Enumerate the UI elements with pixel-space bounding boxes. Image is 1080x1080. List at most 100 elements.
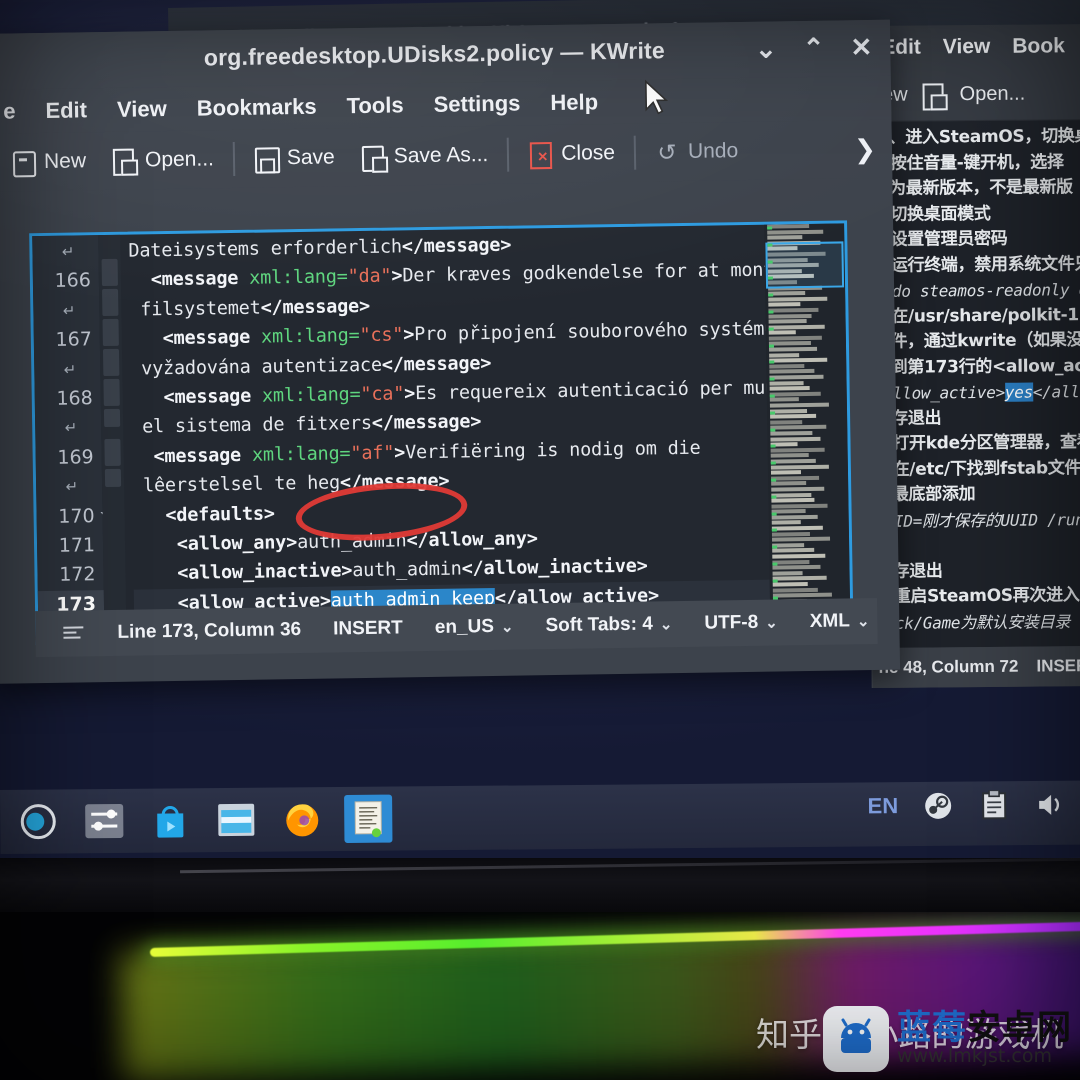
save-button-label: Save bbox=[286, 145, 335, 170]
line-number: 169 bbox=[57, 445, 94, 469]
fold-region-bar[interactable] bbox=[101, 258, 118, 287]
minimap-highlight-marker bbox=[770, 428, 776, 432]
highlight-mode-selector[interactable]: XML ⌄ bbox=[794, 610, 886, 633]
menu-view[interactable]: View bbox=[117, 96, 167, 123]
bg-code-line: 2.切换桌面模式 bbox=[872, 203, 991, 225]
minimap-line bbox=[771, 531, 811, 537]
minimap-line bbox=[772, 576, 828, 581]
open-button[interactable]: Open... bbox=[99, 146, 227, 174]
save-button[interactable]: Save bbox=[241, 144, 348, 172]
code-token: xml:lang= bbox=[251, 442, 351, 466]
line-number: 167 bbox=[55, 328, 92, 351]
kwrite-icon[interactable] bbox=[344, 794, 393, 843]
minimap-line bbox=[771, 520, 801, 526]
maximize-icon[interactable]: ⌃ bbox=[802, 33, 824, 63]
cursor-position: Line 173, Column 36 bbox=[117, 618, 302, 643]
bg-tb-open[interactable]: Open... bbox=[960, 83, 1026, 107]
fold-region-bar[interactable] bbox=[103, 408, 121, 428]
code-token: </message> bbox=[339, 470, 450, 494]
minimap-line bbox=[770, 453, 810, 458]
kwrite-window[interactable]: org.freedesktop.UDisks2.policy — KWrite … bbox=[0, 19, 901, 684]
line-number: 171 bbox=[58, 534, 96, 557]
minimap-highlight-marker bbox=[768, 327, 774, 331]
minimap-line bbox=[770, 419, 803, 425]
clipboard-icon[interactable] bbox=[978, 789, 1010, 821]
encoding-label: UTF-8 bbox=[704, 611, 759, 634]
minimap-line bbox=[769, 352, 800, 358]
background-toolbar[interactable]: lew Open... bbox=[867, 67, 1080, 122]
code-token: Dateisystems erforderlich bbox=[128, 236, 403, 262]
steam-icon[interactable] bbox=[922, 790, 954, 822]
dictionary-selector[interactable]: en_US ⌄ bbox=[419, 615, 530, 639]
chevron-down-icon: ⌄ bbox=[500, 618, 514, 636]
dictionary-label: en_US bbox=[434, 615, 495, 638]
discover-store-icon[interactable] bbox=[146, 796, 194, 844]
menu-file[interactable]: e bbox=[3, 98, 16, 124]
background-editor[interactable]: 五、进入SteamOS，切换桌 1.按住音量-键开机，选择 否为最新版本，不是最… bbox=[867, 119, 1080, 648]
code-token: <message bbox=[129, 326, 262, 350]
minimize-icon[interactable]: ⌄ bbox=[755, 33, 777, 63]
tab-settings-selector[interactable]: Soft Tabs: 4 ⌄ bbox=[529, 613, 688, 637]
close-button[interactable]: Close bbox=[515, 140, 628, 168]
file-manager-icon[interactable] bbox=[212, 796, 260, 844]
minimap-line bbox=[770, 430, 812, 436]
code-token: xml:lang= bbox=[249, 266, 348, 290]
minimap-line bbox=[772, 548, 814, 554]
new-button[interactable]: New bbox=[0, 148, 99, 176]
menu-settings[interactable]: Settings bbox=[433, 90, 520, 117]
window-controls[interactable]: ⌄ ⌃ ✕ bbox=[755, 32, 873, 64]
menu-help[interactable]: Help bbox=[550, 89, 598, 116]
code-token: lêerstelsel te heg bbox=[131, 472, 341, 497]
minimap-highlight-marker bbox=[771, 512, 777, 516]
minimap-line bbox=[768, 302, 801, 307]
minimap-line bbox=[769, 386, 810, 391]
minimap-line bbox=[770, 425, 827, 430]
fold-region-bar[interactable] bbox=[102, 288, 119, 317]
minimap-line bbox=[769, 346, 818, 352]
kde-application-launcher-icon[interactable] bbox=[14, 797, 62, 845]
firefox-icon[interactable] bbox=[278, 795, 326, 843]
system-settings-icon[interactable] bbox=[80, 797, 128, 845]
undo-button[interactable]: ↺ Undo bbox=[642, 138, 752, 166]
bg-menu-bookmarks[interactable]: Book bbox=[1012, 34, 1065, 58]
keyboard-layout-indicator[interactable]: EN bbox=[868, 793, 899, 819]
minimap-line bbox=[771, 475, 820, 481]
fold-region-bar[interactable] bbox=[102, 318, 119, 347]
code-token: </message> bbox=[401, 234, 512, 258]
fold-region-bar[interactable] bbox=[102, 348, 120, 377]
menu-bookmarks[interactable]: Bookmarks bbox=[197, 94, 317, 122]
bg-code-line: 否为最新版本，不是最新版 bbox=[872, 177, 1073, 199]
minimap-line bbox=[768, 341, 811, 347]
line-number: 166 bbox=[54, 269, 92, 293]
minimap-line bbox=[769, 391, 821, 397]
line-wrap-marker: ↵ bbox=[63, 360, 77, 379]
new-button-label: New bbox=[43, 149, 87, 173]
minimap-line bbox=[768, 324, 825, 330]
bg-menu-view[interactable]: View bbox=[943, 35, 991, 59]
code-area[interactable]: Dateisystems erforderlich</message> <mes… bbox=[128, 225, 809, 644]
text-editor[interactable]: ↵166↵167↵168↵169↵17017117217317417517617… bbox=[29, 220, 854, 646]
fold-region-bar[interactable] bbox=[103, 378, 120, 407]
minimap-line bbox=[768, 296, 828, 302]
bg-code-line: 文件，通过kwrite（如果没有 bbox=[873, 329, 1080, 352]
minimap-highlight-marker bbox=[770, 411, 776, 415]
code-token: <defaults> bbox=[132, 502, 275, 527]
volume-icon[interactable] bbox=[1034, 789, 1066, 821]
system-tray[interactable]: EN bbox=[867, 789, 1066, 823]
input-mode[interactable]: INSERT bbox=[317, 617, 419, 641]
taskbar[interactable]: EN bbox=[0, 780, 1080, 854]
close-icon[interactable]: ✕ bbox=[850, 32, 872, 62]
fold-region-bar[interactable] bbox=[104, 468, 122, 488]
menu-edit[interactable]: Edit bbox=[45, 97, 87, 124]
toolbar-overflow-icon[interactable]: ❯ bbox=[854, 133, 876, 164]
bg-code-line-selected: <allow_active>yes</allow bbox=[874, 379, 1080, 407]
fold-region-bar[interactable] bbox=[104, 438, 121, 467]
minimap-viewport[interactable] bbox=[765, 241, 845, 289]
bg-selected-value: yes bbox=[1004, 382, 1033, 402]
encoding-selector[interactable]: UTF-8 ⌄ bbox=[688, 611, 794, 635]
save-as-button[interactable]: Save As... bbox=[348, 142, 502, 170]
background-menubar[interactable]: Edit View Book bbox=[867, 24, 1080, 70]
minimap-scrollbar[interactable] bbox=[764, 223, 851, 631]
line-number: 172 bbox=[59, 563, 96, 587]
menu-tools[interactable]: Tools bbox=[346, 92, 403, 119]
